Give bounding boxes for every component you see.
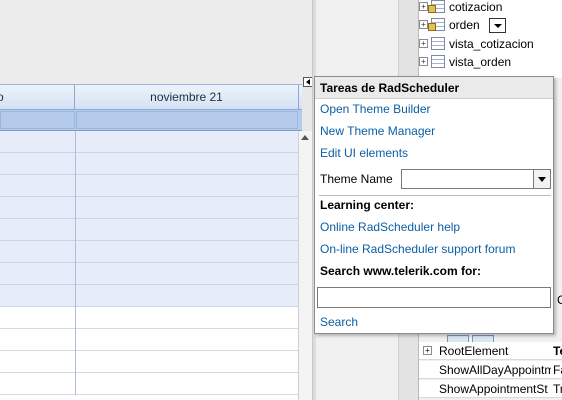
scroll-up-arrow-icon[interactable]: [301, 135, 309, 140]
smart-tag-tasks-panel: Tareas de RadScheduler Open Theme Builde…: [314, 76, 554, 334]
expand-plus-icon[interactable]: +: [419, 20, 428, 29]
column-divider: [75, 175, 76, 197]
tree-item-cotizacion[interactable]: + cotizacion: [419, 0, 503, 16]
support-forum-link[interactable]: On-line RadScheduler support forum: [320, 242, 515, 256]
tree-item-label: vista_orden: [449, 55, 512, 69]
property-row-showalldayappointment[interactable]: ShowAllDayAppointm Fa: [419, 361, 562, 379]
property-row-showappointmentstatus[interactable]: ShowAppointmentSt Tr: [419, 380, 562, 398]
column-divider: [75, 219, 76, 241]
property-name: ShowAllDayAppointm: [439, 363, 551, 377]
learning-center-heading: Learning center:: [320, 198, 415, 212]
expand-plus-icon[interactable]: +: [419, 39, 428, 48]
theme-name-dropdown[interactable]: [401, 169, 551, 189]
column-divider: [75, 307, 76, 329]
tree-item-vista-cotizacion[interactable]: + vista_cotizacion: [419, 35, 534, 53]
online-help-link[interactable]: Online RadScheduler help: [320, 220, 460, 234]
property-row-rootelement[interactable]: + RootElement Te: [419, 342, 562, 360]
header-previous-day-label: o: [0, 90, 4, 104]
time-slot-row[interactable]: [0, 373, 298, 395]
property-name: RootElement: [439, 344, 509, 358]
time-slot-row[interactable]: [0, 219, 298, 241]
time-slot-row[interactable]: [0, 263, 298, 285]
search-input[interactable]: [317, 287, 551, 308]
tree-item-label: vista_cotizacion: [449, 37, 534, 51]
time-slot-row[interactable]: [0, 329, 298, 351]
all-day-row[interactable]: [0, 110, 302, 131]
tree-item-vista-orden[interactable]: + vista_orden: [419, 53, 512, 71]
tree-item-orden[interactable]: + orden: [419, 16, 507, 34]
open-theme-builder-link[interactable]: Open Theme Builder: [320, 102, 431, 116]
expand-plus-icon[interactable]: +: [423, 346, 432, 355]
column-divider: [75, 153, 76, 175]
new-theme-manager-link[interactable]: New Theme Manager: [320, 124, 435, 138]
property-grid-partial-text: C: [557, 293, 562, 307]
search-heading: Search www.telerik.com for:: [320, 264, 481, 278]
header-day-cell[interactable]: noviembre 21: [75, 85, 299, 110]
theme-name-label: Theme Name: [320, 172, 393, 186]
property-value[interactable]: Te: [553, 342, 562, 359]
locked-table-icon: [428, 18, 445, 31]
time-slot-row[interactable]: [0, 241, 298, 263]
column-divider: [75, 285, 76, 307]
column-divider: [75, 263, 76, 285]
search-link[interactable]: Search: [320, 315, 358, 329]
time-slot-row[interactable]: [0, 285, 298, 307]
time-slot-grid[interactable]: [0, 131, 298, 400]
column-divider: [75, 197, 76, 219]
property-value[interactable]: Fa: [553, 361, 562, 378]
expand-plus-icon[interactable]: +: [419, 57, 428, 66]
view-table-icon: [431, 55, 445, 68]
column-divider: [75, 131, 76, 153]
designer-surface: o noviembre 21: [0, 0, 312, 400]
chevron-down-icon[interactable]: [533, 170, 550, 188]
expand-plus-icon[interactable]: +: [419, 2, 428, 11]
time-slot-row[interactable]: [0, 197, 298, 219]
time-slot-row[interactable]: [0, 351, 298, 373]
header-previous-day: o: [0, 85, 75, 110]
column-divider: [75, 351, 76, 373]
tree-item-label: orden: [449, 18, 480, 32]
tasks-panel-title: Tareas de RadScheduler: [315, 77, 553, 99]
header-day-label: noviembre 21: [150, 90, 223, 104]
divider: [319, 195, 551, 196]
time-slot-row[interactable]: [0, 175, 298, 197]
property-value[interactable]: Tr: [553, 380, 562, 397]
locked-table-icon: [428, 0, 445, 13]
view-table-icon: [431, 37, 445, 50]
column-divider: [75, 329, 76, 351]
edit-ui-elements-link[interactable]: Edit UI elements: [320, 146, 408, 160]
dropdown-arrow-icon[interactable]: [489, 18, 507, 34]
scheduler-header: o noviembre 21: [0, 85, 302, 110]
time-slot-row[interactable]: [0, 153, 298, 175]
data-tree-panel: + cotizacion + orden + vista_cotizacion …: [418, 0, 562, 78]
radscheduler-control[interactable]: o noviembre 21: [0, 84, 312, 400]
column-divider: [75, 241, 76, 263]
time-slot-row[interactable]: [0, 131, 298, 153]
tree-item-label: cotizacion: [449, 0, 503, 14]
all-day-cell-previous[interactable]: [0, 111, 75, 129]
column-divider: [75, 373, 76, 395]
designer-background: [0, 0, 312, 84]
all-day-cell[interactable]: [76, 111, 298, 129]
time-slot-row[interactable]: [0, 307, 298, 329]
property-name: ShowAppointmentSt: [439, 382, 548, 396]
scheduler-vertical-scrollbar[interactable]: [298, 131, 312, 400]
